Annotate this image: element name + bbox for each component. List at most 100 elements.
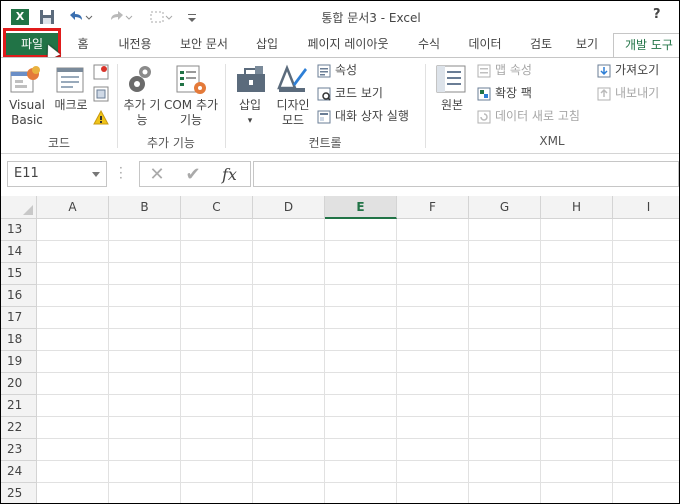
- column-header-h[interactable]: H: [541, 196, 613, 219]
- cell-c23[interactable]: [181, 439, 253, 461]
- row-header-23[interactable]: 23: [1, 439, 37, 461]
- cell-d13[interactable]: [253, 219, 325, 241]
- row-header-13[interactable]: 13: [1, 219, 37, 241]
- row-header-18[interactable]: 18: [1, 329, 37, 351]
- cell-g25[interactable]: [469, 483, 541, 503]
- cell-f14[interactable]: [397, 241, 469, 263]
- cell-e21[interactable]: [325, 395, 397, 417]
- cell-e20[interactable]: [325, 373, 397, 395]
- cell-g19[interactable]: [469, 351, 541, 373]
- cell-d22[interactable]: [253, 417, 325, 439]
- cell-d21[interactable]: [253, 395, 325, 417]
- cell-g23[interactable]: [469, 439, 541, 461]
- row-header-14[interactable]: 14: [1, 241, 37, 263]
- cell-c25[interactable]: [181, 483, 253, 503]
- cell-d17[interactable]: [253, 307, 325, 329]
- cell-d19[interactable]: [253, 351, 325, 373]
- cell-i21[interactable]: [613, 395, 679, 417]
- import-button[interactable]: 가져오기: [615, 63, 659, 78]
- cell-a23[interactable]: [37, 439, 109, 461]
- cell-h19[interactable]: [541, 351, 613, 373]
- cell-c20[interactable]: [181, 373, 253, 395]
- cell-i25[interactable]: [613, 483, 679, 503]
- column-header-a[interactable]: A: [37, 196, 109, 219]
- cell-a16[interactable]: [37, 285, 109, 307]
- cell-c17[interactable]: [181, 307, 253, 329]
- cell-a24[interactable]: [37, 461, 109, 483]
- cell-a15[interactable]: [37, 263, 109, 285]
- cell-i17[interactable]: [613, 307, 679, 329]
- cell-a13[interactable]: [37, 219, 109, 241]
- cell-f15[interactable]: [397, 263, 469, 285]
- cell-g21[interactable]: [469, 395, 541, 417]
- cell-i16[interactable]: [613, 285, 679, 307]
- row-header-15[interactable]: 15: [1, 263, 37, 285]
- cell-d23[interactable]: [253, 439, 325, 461]
- cell-c21[interactable]: [181, 395, 253, 417]
- row-header-19[interactable]: 19: [1, 351, 37, 373]
- cell-f19[interactable]: [397, 351, 469, 373]
- cancel-entry-button[interactable]: ✕: [142, 163, 172, 187]
- cell-h17[interactable]: [541, 307, 613, 329]
- cell-b15[interactable]: [109, 263, 181, 285]
- cell-f23[interactable]: [397, 439, 469, 461]
- relative-reference-icon[interactable]: [93, 86, 109, 105]
- cell-a25[interactable]: [37, 483, 109, 503]
- cell-b16[interactable]: [109, 285, 181, 307]
- cell-d14[interactable]: [253, 241, 325, 263]
- cell-d16[interactable]: [253, 285, 325, 307]
- properties-button[interactable]: 속성: [335, 63, 357, 78]
- cell-f25[interactable]: [397, 483, 469, 503]
- cell-b13[interactable]: [109, 219, 181, 241]
- cell-h15[interactable]: [541, 263, 613, 285]
- cell-g17[interactable]: [469, 307, 541, 329]
- cell-b22[interactable]: [109, 417, 181, 439]
- cell-f24[interactable]: [397, 461, 469, 483]
- name-box[interactable]: E11: [7, 161, 107, 187]
- row-header-20[interactable]: 20: [1, 373, 37, 395]
- cell-i24[interactable]: [613, 461, 679, 483]
- cell-h23[interactable]: [541, 439, 613, 461]
- cell-h22[interactable]: [541, 417, 613, 439]
- cell-h13[interactable]: [541, 219, 613, 241]
- cell-g20[interactable]: [469, 373, 541, 395]
- column-header-c[interactable]: C: [181, 196, 253, 219]
- cell-c15[interactable]: [181, 263, 253, 285]
- cell-i13[interactable]: [613, 219, 679, 241]
- row-header-22[interactable]: 22: [1, 417, 37, 439]
- cell-d18[interactable]: [253, 329, 325, 351]
- cell-b18[interactable]: [109, 329, 181, 351]
- cell-e23[interactable]: [325, 439, 397, 461]
- cell-h18[interactable]: [541, 329, 613, 351]
- cell-c13[interactable]: [181, 219, 253, 241]
- column-header-e[interactable]: E: [325, 196, 397, 219]
- cell-b20[interactable]: [109, 373, 181, 395]
- cell-i19[interactable]: [613, 351, 679, 373]
- cell-a14[interactable]: [37, 241, 109, 263]
- cell-h21[interactable]: [541, 395, 613, 417]
- map-properties-button[interactable]: 맵 속성: [495, 63, 532, 78]
- save-icon[interactable]: [39, 9, 55, 27]
- help-button[interactable]: ?: [653, 7, 661, 22]
- cell-i23[interactable]: [613, 439, 679, 461]
- visual-basic-button[interactable]: Visual Basic: [5, 98, 49, 128]
- insert-function-button[interactable]: fx: [222, 163, 237, 187]
- row-header-24[interactable]: 24: [1, 461, 37, 483]
- cell-e14[interactable]: [325, 241, 397, 263]
- cell-a17[interactable]: [37, 307, 109, 329]
- cell-c14[interactable]: [181, 241, 253, 263]
- cell-e16[interactable]: [325, 285, 397, 307]
- macro-security-icon[interactable]: [93, 109, 109, 129]
- cell-c19[interactable]: [181, 351, 253, 373]
- cell-b14[interactable]: [109, 241, 181, 263]
- cell-d15[interactable]: [253, 263, 325, 285]
- cell-f16[interactable]: [397, 285, 469, 307]
- cell-d20[interactable]: [253, 373, 325, 395]
- cell-f13[interactable]: [397, 219, 469, 241]
- cell-d25[interactable]: [253, 483, 325, 503]
- resize-handle-icon[interactable]: · · ·: [119, 162, 123, 184]
- redo-icon[interactable]: [109, 9, 135, 27]
- cell-f21[interactable]: [397, 395, 469, 417]
- cell-b19[interactable]: [109, 351, 181, 373]
- cell-i14[interactable]: [613, 241, 679, 263]
